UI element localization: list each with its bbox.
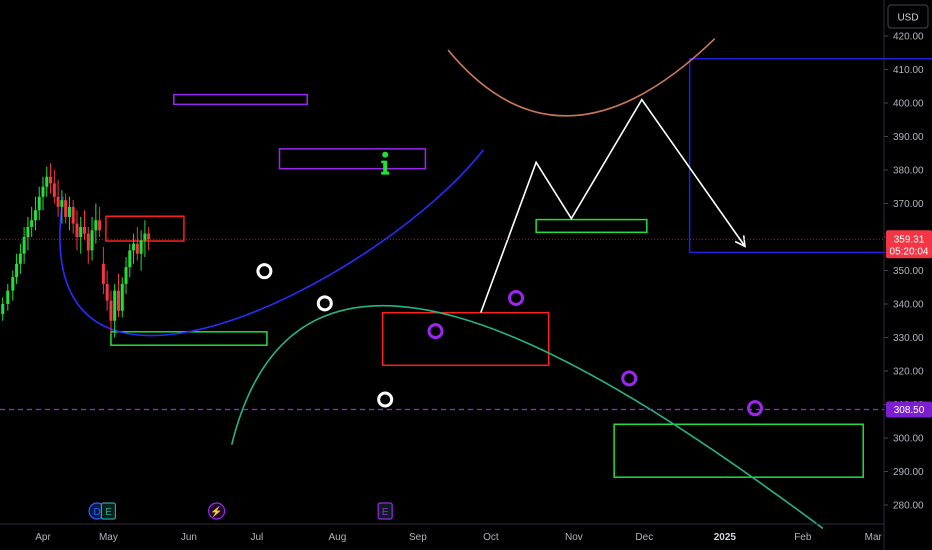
x-tick-label: Aug [328, 532, 346, 543]
event-marker-icon[interactable]: ⚡ [208, 502, 226, 520]
y-tick-label: 380.00 [893, 166, 924, 177]
x-tick-label: Apr [35, 532, 51, 543]
svg-text:D: D [93, 507, 100, 518]
svg-text:⚡: ⚡ [210, 505, 222, 518]
x-tick-label: Mar [865, 532, 883, 543]
x-tick-label: 2025 [714, 532, 737, 543]
reference-level-badge: 308.50 [886, 401, 932, 418]
x-tick-label: Dec [635, 532, 653, 543]
current-price-value: 359.31 [894, 234, 925, 245]
y-tick-label: 350.00 [893, 266, 924, 277]
y-tick-label: 410.00 [893, 65, 924, 76]
event-marker-icon[interactable]: E [377, 502, 393, 520]
reference-level-value: 308.50 [894, 405, 925, 416]
y-tick-label: 340.00 [893, 300, 924, 311]
currency-button[interactable]: USD [887, 4, 929, 29]
y-tick-label: 330.00 [893, 333, 924, 344]
x-tick-label: May [99, 532, 118, 543]
x-tick-label: Oct [483, 532, 499, 543]
y-tick-label: 280.00 [893, 501, 924, 512]
event-marker-icon[interactable]: E [100, 502, 117, 520]
y-tick-label: 400.00 [893, 99, 924, 110]
x-tick-label: Jul [250, 532, 263, 543]
current-price-badge: 359.3105:20:04 [886, 230, 932, 259]
y-tick-label: 320.00 [893, 367, 924, 378]
price-chart[interactable]: DE⚡E 280.00290.00300.00310.00320.00330.0… [0, 0, 932, 550]
y-tick-label: 370.00 [893, 199, 924, 210]
bar-countdown: 05:20:04 [890, 246, 929, 257]
y-tick-label: 420.00 [893, 32, 924, 43]
y-tick-label: 300.00 [893, 434, 924, 445]
y-tick-label: 290.00 [893, 467, 924, 478]
x-tick-label: Sep [409, 532, 427, 543]
currency-label: USD [897, 13, 918, 24]
chart-background [0, 0, 932, 550]
x-tick-label: Nov [565, 532, 583, 543]
x-tick-label: Jun [181, 532, 197, 543]
svg-text:E: E [105, 507, 112, 518]
x-tick-label: Feb [794, 532, 812, 543]
y-tick-label: 390.00 [893, 132, 924, 143]
svg-text:E: E [382, 507, 389, 518]
